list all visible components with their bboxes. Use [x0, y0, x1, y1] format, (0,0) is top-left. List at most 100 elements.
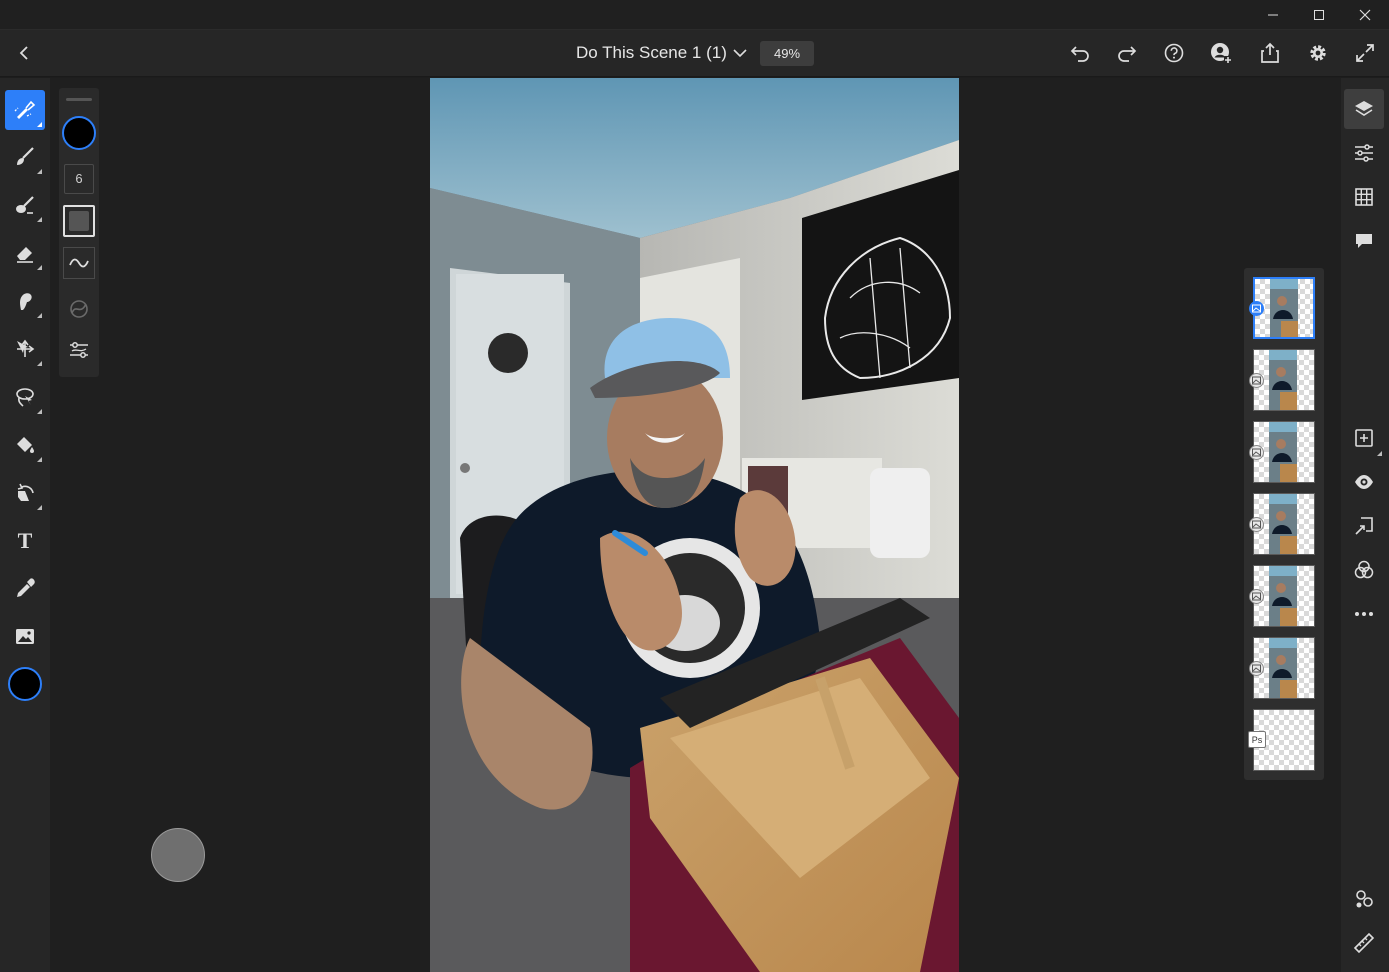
left-toolbar: T — [0, 78, 50, 972]
move-tool[interactable] — [5, 329, 45, 369]
maximize-button[interactable] — [1296, 0, 1342, 30]
eyedropper-icon — [17, 578, 35, 597]
layer-type-badge — [1249, 373, 1264, 388]
eraser-icon — [17, 247, 33, 263]
close-button[interactable] — [1342, 0, 1388, 30]
comments-button[interactable] — [1344, 221, 1384, 261]
help-button[interactable] — [1159, 38, 1189, 68]
smudge-tool[interactable] — [5, 281, 45, 321]
layer-type-badge — [1249, 589, 1264, 604]
brush-size-field[interactable]: 6 — [64, 164, 94, 194]
more-button[interactable] — [1344, 594, 1384, 634]
zoom-level[interactable]: 49% — [760, 41, 814, 66]
invite-user-icon — [1211, 43, 1232, 64]
layer-type-badge — [1249, 301, 1264, 316]
type-tool[interactable]: T — [5, 521, 45, 561]
undo-button[interactable] — [1065, 38, 1095, 68]
minimize-button[interactable] — [1250, 0, 1296, 30]
brush-smoothing-button[interactable] — [63, 247, 95, 279]
settings-icon — [1310, 45, 1326, 61]
hardness-preview — [69, 211, 89, 231]
back-button[interactable] — [9, 38, 39, 68]
settings-button[interactable] — [1303, 38, 1333, 68]
add-layer-button[interactable] — [1344, 418, 1384, 458]
submenu-indicator — [1377, 451, 1382, 456]
color-swatch-button[interactable] — [8, 667, 42, 701]
place-image-tool[interactable] — [5, 617, 45, 657]
brush-tool[interactable] — [5, 137, 45, 177]
app-toolbar: Do This Scene 1 (1) 49% — [0, 30, 1389, 77]
redo-button[interactable] — [1112, 38, 1142, 68]
properties-icon — [1356, 890, 1373, 908]
brush-color-swatch[interactable] — [62, 116, 96, 150]
eraser-tool[interactable] — [5, 233, 45, 273]
document-menu-button[interactable] — [730, 42, 750, 64]
back-arrow-icon — [19, 46, 28, 60]
healing-brush-icon — [16, 196, 34, 214]
touch-shortcut-button[interactable] — [151, 828, 205, 882]
window-title-bar — [0, 0, 1389, 30]
adjustments-button[interactable] — [1344, 133, 1384, 173]
layer-type-badge — [1249, 517, 1264, 532]
eyedropper-tool[interactable] — [5, 569, 45, 609]
layer-type-badge — [1249, 445, 1264, 460]
image-layer-icon — [1252, 448, 1261, 457]
blend-button[interactable] — [1344, 550, 1384, 590]
move-icon — [17, 339, 35, 357]
import-icon — [1355, 517, 1373, 535]
maximize-icon — [1314, 10, 1324, 20]
brush-icon — [17, 147, 34, 165]
comments-icon — [1356, 234, 1372, 248]
chevron-down-icon — [733, 49, 747, 58]
grid-icon — [1355, 188, 1373, 206]
grid-button[interactable] — [1344, 177, 1384, 217]
layer-type-badge — [1249, 661, 1264, 676]
document-title[interactable]: Do This Scene 1 (1) — [576, 43, 727, 63]
more-icon — [1355, 612, 1373, 616]
layers-icon — [1355, 101, 1373, 116]
fullscreen-icon — [1356, 44, 1374, 62]
lasso-tool[interactable] — [5, 377, 45, 417]
quick-select-brush-icon — [14, 100, 36, 119]
properties-button[interactable] — [1344, 879, 1384, 919]
pressure-button[interactable] — [63, 293, 95, 325]
quick-select-tool[interactable] — [5, 90, 45, 130]
fullscreen-button[interactable] — [1350, 38, 1380, 68]
blend-icon — [1354, 560, 1374, 579]
adjustments-icon — [1355, 144, 1373, 162]
smudge-icon — [20, 293, 32, 310]
share-button[interactable] — [1255, 38, 1285, 68]
help-icon — [1164, 43, 1184, 63]
image-icon — [16, 629, 34, 644]
layers-panel-button[interactable] — [1344, 89, 1384, 129]
tool-options-panel: 6 — [59, 88, 99, 377]
add-layer-icon — [1355, 429, 1373, 447]
document-canvas[interactable] — [430, 78, 959, 972]
brush-hardness-swatch[interactable] — [63, 205, 95, 237]
healing-brush-tool[interactable] — [5, 185, 45, 225]
visibility-button[interactable] — [1344, 462, 1384, 502]
paint-bucket-tool[interactable] — [5, 425, 45, 465]
canvas-photo-image — [430, 78, 959, 972]
brush-settings-icon — [70, 342, 88, 358]
transform-tool[interactable] — [5, 473, 45, 513]
right-toolbar — [1341, 78, 1389, 972]
redo-icon — [1118, 46, 1137, 62]
image-layer-icon — [1252, 520, 1261, 529]
image-layer-icon — [1252, 376, 1261, 385]
lasso-icon — [16, 388, 34, 407]
close-icon — [1359, 9, 1371, 21]
measure-button[interactable] — [1344, 923, 1384, 963]
transform-icon — [17, 483, 34, 501]
import-button[interactable] — [1344, 506, 1384, 546]
visibility-icon — [1355, 475, 1373, 489]
pressure-icon — [70, 300, 88, 318]
brush-settings-button[interactable] — [63, 334, 95, 366]
panel-grip[interactable] — [66, 98, 92, 101]
undo-icon — [1070, 46, 1089, 62]
invite-button[interactable] — [1206, 38, 1236, 68]
ps-layer-badge: Ps — [1248, 731, 1266, 748]
paint-bucket-icon — [17, 437, 34, 453]
type-icon: T — [17, 528, 33, 553]
share-icon — [1261, 42, 1279, 63]
